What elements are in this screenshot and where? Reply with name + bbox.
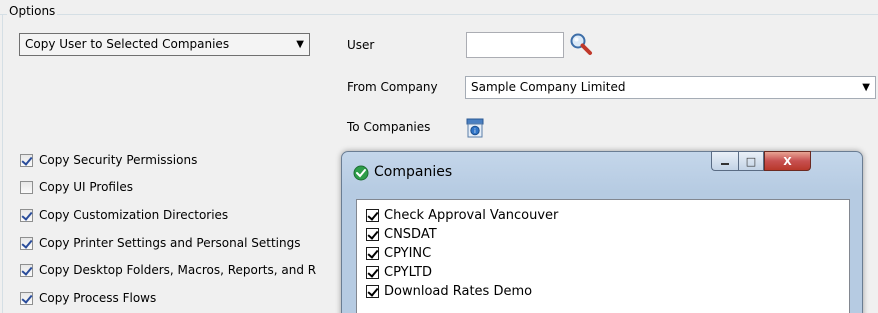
chevron-down-icon[interactable]: ▼ <box>862 77 870 98</box>
companies-list[interactable]: Check Approval Vancouver CNSDAT CPYINC C… <box>356 199 850 313</box>
sage-app-icon <box>353 165 369 181</box>
company-name: Download Rates Demo <box>384 283 533 299</box>
maximize-button[interactable]: □ <box>738 151 764 171</box>
checkbox-checked[interactable] <box>366 265 379 279</box>
maximize-icon: □ <box>745 154 757 168</box>
checkbox-label: Copy Printer Settings and Personal Setti… <box>39 236 301 250</box>
user-input[interactable] <box>466 32 564 58</box>
list-item[interactable]: Download Rates Demo <box>366 283 532 299</box>
magnifier-icon[interactable] <box>569 32 593 56</box>
checkbox-label: Copy Process Flows <box>39 291 157 305</box>
checkbox-checked[interactable] <box>20 208 33 222</box>
from-company-value: Sample Company Limited <box>471 80 626 94</box>
checkbox-checked[interactable] <box>366 208 379 222</box>
list-item[interactable]: CPYLTD <box>366 264 432 280</box>
window-controls: □ X <box>711 151 811 171</box>
options-legend: Options <box>7 4 58 18</box>
company-name: CNSDAT <box>384 226 437 242</box>
dialog-title: Companies <box>374 164 453 180</box>
checkbox-checked[interactable] <box>20 291 33 305</box>
company-name: CPYLTD <box>384 264 432 280</box>
copy-ui-profiles-checkbox[interactable]: Copy UI Profiles <box>20 179 133 195</box>
minimize-button[interactable] <box>711 151 738 171</box>
copy-desktop-folders-checkbox[interactable]: Copy Desktop Folders, Macros, Reports, a… <box>20 262 316 278</box>
checkbox-unchecked[interactable] <box>20 180 33 194</box>
checkbox-checked[interactable] <box>366 227 379 241</box>
copy-security-permissions-checkbox[interactable]: Copy Security Permissions <box>20 152 197 168</box>
checkbox-checked[interactable] <box>20 153 33 167</box>
close-icon: X <box>783 154 792 168</box>
checkbox-checked[interactable] <box>366 284 379 298</box>
checkbox-label: Copy UI Profiles <box>39 180 133 194</box>
checkbox-checked[interactable] <box>20 263 33 277</box>
minimize-icon <box>721 163 729 165</box>
options-group-border <box>0 14 878 15</box>
company-name: Check Approval Vancouver <box>384 207 559 223</box>
from-company-combo[interactable]: Sample Company Limited ▼ <box>465 76 876 99</box>
user-label: User <box>347 38 375 52</box>
checkbox-label: Copy Desktop Folders, Macros, Reports, a… <box>39 263 317 277</box>
copy-process-flows-checkbox[interactable]: Copy Process Flows <box>20 290 156 306</box>
company-finder-icon[interactable]: i <box>466 118 484 138</box>
operation-combo[interactable]: Copy User to Selected Companies ▼ <box>19 33 310 56</box>
list-item[interactable]: CNSDAT <box>366 226 437 242</box>
close-button[interactable]: X <box>764 151 811 171</box>
companies-dialog[interactable]: Companies □ X Check Approval Vancouver C… <box>341 151 863 313</box>
checkbox-label: Copy Customization Directories <box>39 208 229 222</box>
checkbox-checked[interactable] <box>366 246 379 260</box>
options-group-border-left <box>2 14 3 313</box>
copy-customization-directories-checkbox[interactable]: Copy Customization Directories <box>20 207 228 223</box>
to-companies-label: To Companies <box>347 120 431 134</box>
list-item[interactable]: CPYINC <box>366 245 431 261</box>
list-item[interactable]: Check Approval Vancouver <box>366 207 558 223</box>
from-company-label: From Company <box>347 80 438 94</box>
checkbox-label: Copy Security Permissions <box>39 153 198 167</box>
copy-printer-settings-checkbox[interactable]: Copy Printer Settings and Personal Setti… <box>20 235 300 251</box>
chevron-down-icon[interactable]: ▼ <box>296 34 304 55</box>
company-name: CPYINC <box>384 245 432 261</box>
checkbox-checked[interactable] <box>20 236 33 250</box>
operation-combo-value: Copy User to Selected Companies <box>25 37 230 51</box>
